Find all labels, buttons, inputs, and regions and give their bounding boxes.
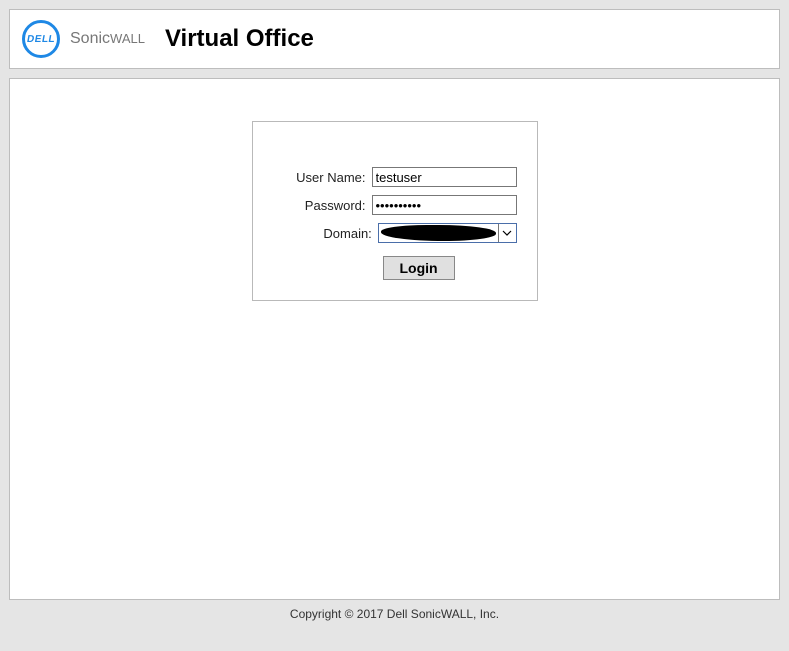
header-panel: DELL SonicWALL Virtual Office	[9, 9, 780, 69]
login-button-row: Login	[271, 256, 517, 280]
login-button[interactable]: Login	[383, 256, 455, 280]
main-panel: User Name: Password: Domain: Login	[9, 78, 780, 600]
button-spacer	[271, 256, 383, 280]
password-row: Password:	[271, 195, 517, 215]
footer-copyright: Copyright © 2017 Dell SonicWALL, Inc.	[0, 607, 789, 621]
domain-row: Domain:	[271, 223, 517, 243]
chevron-down-icon	[498, 224, 516, 242]
password-label: Password:	[271, 198, 372, 213]
product-title: Virtual Office	[165, 25, 314, 53]
sonicwall-brand-prefix: Sonic	[70, 30, 110, 47]
password-input[interactable]	[372, 195, 517, 215]
domain-select[interactable]	[378, 223, 517, 243]
domain-label: Domain:	[271, 226, 378, 241]
dell-logo-text: DELL	[26, 34, 56, 45]
username-input[interactable]	[372, 167, 517, 187]
dell-logo-icon: DELL	[22, 20, 60, 58]
sonicwall-brand: SonicWALL	[70, 30, 145, 48]
sonicwall-brand-suffix: WALL	[110, 31, 145, 46]
domain-selected-value	[381, 225, 496, 241]
username-label: User Name:	[271, 170, 372, 185]
username-row: User Name:	[271, 167, 517, 187]
login-box: User Name: Password: Domain: Login	[252, 121, 538, 301]
